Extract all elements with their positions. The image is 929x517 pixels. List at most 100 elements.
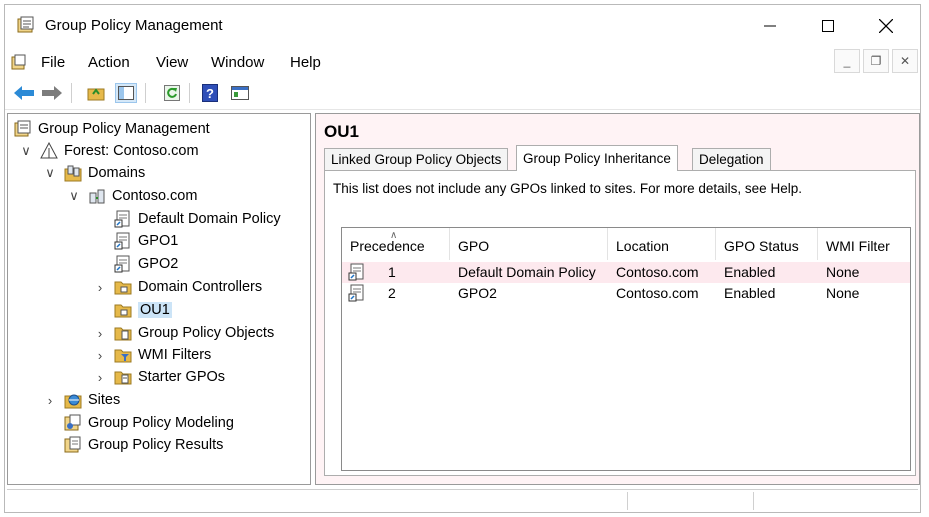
tree-item-group-policy-objects[interactable]: Group Policy Objects bbox=[114, 322, 274, 344]
domain-icon bbox=[88, 187, 106, 205]
folder-icon bbox=[114, 301, 132, 319]
expand-chevron-icon[interactable]: › bbox=[94, 276, 106, 298]
tree-item-domains[interactable]: Domains bbox=[64, 162, 145, 184]
tree-item-starter-gpos[interactable]: Starter GPOs bbox=[114, 366, 225, 388]
tree-label: Contoso.com bbox=[112, 188, 198, 204]
gpo-link-icon bbox=[348, 284, 366, 305]
sites-icon bbox=[64, 391, 82, 409]
toolbar-separator bbox=[145, 83, 146, 103]
expand-chevron-icon[interactable]: › bbox=[94, 322, 106, 344]
help-button[interactable]: ? bbox=[199, 83, 221, 103]
collapse-chevron-icon[interactable]: ∨ bbox=[68, 185, 80, 207]
menu-view[interactable]: View bbox=[156, 54, 188, 71]
properties-button[interactable] bbox=[229, 83, 251, 103]
properties-icon bbox=[231, 86, 249, 100]
gpmc-icon bbox=[14, 120, 32, 138]
maximize-button[interactable] bbox=[805, 11, 851, 41]
menu-action[interactable]: Action bbox=[88, 54, 130, 71]
menu-file[interactable]: File bbox=[41, 54, 65, 71]
up-level-button[interactable] bbox=[85, 83, 107, 103]
tree-item-domain-contoso[interactable]: Contoso.com bbox=[88, 185, 197, 207]
list-header: ∧ Precedence GPO Location GPO Status WMI… bbox=[342, 228, 910, 260]
tab-linked-group-policy-objects[interactable]: Linked Group Policy Objects bbox=[324, 148, 509, 170]
collapse-chevron-icon[interactable]: ∨ bbox=[20, 140, 32, 162]
tree-item-ou1[interactable]: OU1 bbox=[114, 299, 172, 321]
column-header-gpo-status[interactable]: GPO Status bbox=[716, 228, 818, 260]
tree-label: Default Domain Policy bbox=[138, 211, 281, 227]
forward-button[interactable] bbox=[41, 83, 63, 103]
results-icon bbox=[64, 436, 82, 454]
tree-label: Forest: Contoso.com bbox=[64, 143, 199, 159]
expand-chevron-icon[interactable]: › bbox=[94, 366, 106, 388]
tree-item-group-policy-modeling[interactable]: Group Policy Modeling bbox=[64, 412, 234, 434]
menu-help[interactable]: Help bbox=[290, 54, 321, 71]
tree-label: Group Policy Management bbox=[38, 121, 210, 137]
gpo-link-icon bbox=[348, 263, 366, 284]
sort-ascending-icon: ∧ bbox=[390, 230, 398, 241]
tab-group-policy-inheritance[interactable]: Group Policy Inheritance bbox=[516, 145, 678, 171]
column-header-precedence[interactable]: ∧ Precedence bbox=[342, 228, 450, 260]
show-hide-console-tree-button[interactable] bbox=[115, 83, 137, 103]
back-arrow-icon bbox=[14, 86, 34, 100]
mdi-close-button[interactable]: ✕ bbox=[892, 49, 918, 73]
main-window: Group Policy Management File Action View… bbox=[4, 4, 921, 513]
window-title: Group Policy Management bbox=[45, 17, 223, 34]
tree-item-sites[interactable]: Sites bbox=[64, 389, 120, 411]
gpo-link-icon bbox=[114, 210, 132, 228]
cell-precedence: 2 bbox=[388, 285, 396, 301]
tree-item-default-domain-policy[interactable]: Default Domain Policy bbox=[114, 208, 281, 230]
tree-item-forest[interactable]: Forest: Contoso.com bbox=[40, 140, 199, 162]
status-bar-divider bbox=[753, 492, 754, 510]
mdi-controls: _ ❐ ✕ bbox=[831, 49, 918, 73]
gpo-link-icon bbox=[114, 232, 132, 250]
help-icon: ? bbox=[202, 84, 218, 102]
menu-window[interactable]: Window bbox=[211, 54, 264, 71]
cell-location: Contoso.com bbox=[616, 264, 699, 280]
forward-arrow-icon bbox=[42, 86, 62, 100]
tree-label: OU1 bbox=[138, 302, 172, 318]
expand-chevron-icon[interactable]: › bbox=[44, 389, 56, 411]
column-header-location[interactable]: Location bbox=[608, 228, 716, 260]
toolbar: ? bbox=[5, 77, 920, 110]
expand-chevron-icon[interactable]: › bbox=[94, 344, 106, 366]
minimize-button[interactable] bbox=[747, 11, 793, 41]
tree-label: Group Policy Results bbox=[88, 437, 224, 453]
close-button[interactable] bbox=[863, 11, 909, 41]
domains-icon bbox=[64, 164, 82, 182]
cell-precedence: 1 bbox=[388, 264, 396, 280]
svg-text:?: ? bbox=[206, 86, 214, 101]
refresh-button[interactable] bbox=[161, 83, 183, 103]
tree-item-wmi-filters[interactable]: WMI Filters bbox=[114, 344, 211, 366]
back-button[interactable] bbox=[13, 83, 35, 103]
toolbar-separator bbox=[71, 83, 72, 103]
gpmc-menu-icon[interactable] bbox=[11, 54, 27, 70]
tree-item-domain-controllers[interactable]: Domain Controllers bbox=[114, 276, 262, 298]
tree-item-gpm-root[interactable]: Group Policy Management bbox=[14, 118, 210, 140]
info-text: This list does not include any GPOs link… bbox=[333, 181, 802, 196]
column-label: GPO bbox=[458, 238, 490, 254]
table-row[interactable]: 1 Default Domain Policy Contoso.com Enab… bbox=[342, 262, 910, 283]
tab-delegation[interactable]: Delegation bbox=[692, 148, 771, 170]
tree-item-gpo1[interactable]: GPO1 bbox=[114, 230, 178, 252]
column-label: GPO Status bbox=[724, 238, 799, 254]
mdi-minimize-button[interactable]: _ bbox=[834, 49, 860, 73]
tree-item-group-policy-results[interactable]: Group Policy Results bbox=[64, 434, 223, 456]
column-label: Precedence bbox=[350, 238, 425, 254]
cell-gpo-status: Enabled bbox=[724, 264, 776, 280]
gpmc-app-icon bbox=[17, 16, 35, 34]
table-row[interactable]: 2 GPO2 Contoso.com Enabled None bbox=[342, 283, 910, 304]
collapse-chevron-icon[interactable]: ∨ bbox=[44, 162, 56, 184]
mdi-restore-button[interactable]: ❐ bbox=[863, 49, 889, 73]
column-header-gpo[interactable]: GPO bbox=[450, 228, 608, 260]
column-header-wmi-filter[interactable]: WMI Filter bbox=[818, 228, 910, 260]
cell-wmi-filter: None bbox=[826, 285, 860, 301]
cell-gpo: GPO2 bbox=[458, 285, 497, 301]
tree-item-gpo2[interactable]: GPO2 bbox=[114, 253, 178, 275]
tree-label: Sites bbox=[88, 392, 121, 408]
gpo-folder-icon bbox=[114, 324, 132, 342]
cell-location: Contoso.com bbox=[616, 285, 699, 301]
details-pane: OU1 Linked Group Policy Objects Group Po… bbox=[315, 113, 920, 485]
tree-label: GPO1 bbox=[138, 233, 179, 249]
status-bar-divider bbox=[627, 492, 628, 510]
tree-label: WMI Filters bbox=[138, 347, 212, 363]
